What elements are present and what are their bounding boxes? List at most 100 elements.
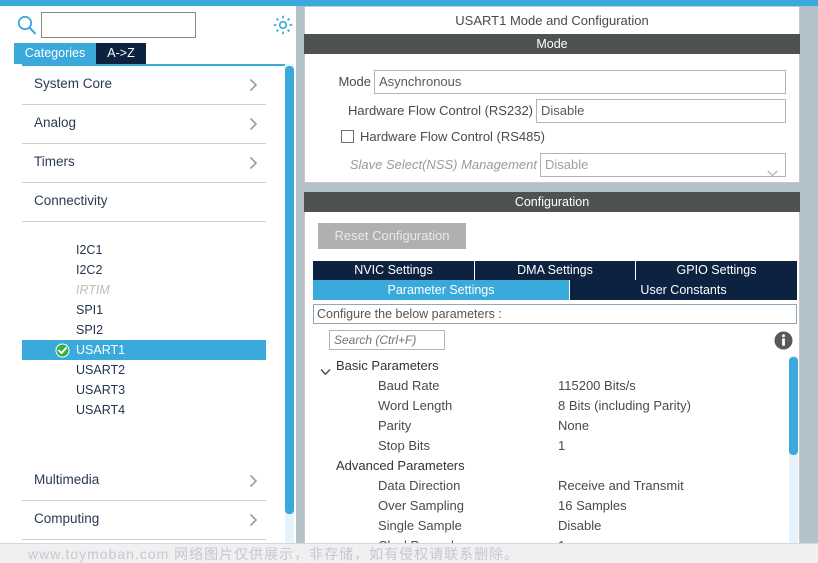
component-sidebar: Categories A->Z System Core Analog Timer… bbox=[0, 6, 296, 549]
check-circle-icon bbox=[55, 343, 70, 358]
sidebar-item-label: System Core bbox=[34, 76, 113, 91]
sidebar-item-label: Timers bbox=[34, 154, 75, 169]
chevron-right-icon bbox=[249, 156, 258, 170]
sidebar-scrollbar-thumb[interactable] bbox=[285, 66, 294, 514]
nss-management-row: Slave Select(NSS) Management Disable bbox=[305, 153, 801, 177]
list-item-i2c2[interactable]: I2C2 bbox=[22, 260, 290, 280]
gear-icon[interactable] bbox=[272, 14, 294, 36]
list-item-usart2[interactable]: USART2 bbox=[22, 360, 290, 380]
tab-dma-settings[interactable]: DMA Settings bbox=[475, 261, 636, 280]
tab-gpio-settings[interactable]: GPIO Settings bbox=[636, 261, 797, 280]
sidebar-list: System Core Analog Timers Connectivity I… bbox=[22, 64, 290, 549]
flow-control-rs232-value[interactable]: Disable bbox=[536, 99, 786, 123]
flow-control-rs485-row[interactable]: Hardware Flow Control (RS485) bbox=[305, 126, 801, 148]
search-icon bbox=[16, 14, 38, 36]
param-row-parity[interactable]: Parity None bbox=[313, 416, 783, 436]
list-item-usart1[interactable]: USART1 bbox=[22, 340, 266, 360]
param-value: None bbox=[558, 418, 590, 433]
mode-section-body: Mode Asynchronous Hardware Flow Control … bbox=[304, 54, 800, 183]
param-label: Parity bbox=[378, 418, 412, 433]
tab-nvic-settings[interactable]: NVIC Settings bbox=[313, 261, 475, 280]
configuration-section-body: Reset Configuration NVIC Settings DMA Se… bbox=[304, 212, 800, 553]
chevron-right-icon bbox=[249, 474, 258, 488]
flow-control-rs232-row: Hardware Flow Control (RS232) Disable bbox=[305, 99, 801, 123]
tree-group-label: Advanced Parameters bbox=[336, 458, 465, 473]
parameter-search-input[interactable] bbox=[329, 330, 445, 350]
reset-configuration-button[interactable]: Reset Configuration bbox=[318, 223, 466, 249]
sidebar-search-input[interactable] bbox=[41, 12, 196, 38]
sidebar-item-multimedia[interactable]: Multimedia bbox=[22, 462, 266, 501]
sidebar-item-connectivity[interactable]: Connectivity bbox=[22, 183, 266, 222]
nss-management-label: Slave Select(NSS) Management bbox=[349, 157, 537, 172]
watermark-text: www.toymoban.com 网络图片仅供展示，非存储，如有侵权请联系删除。 bbox=[28, 546, 520, 562]
sidebar-item-label: Connectivity bbox=[34, 193, 108, 208]
tree-group-advanced-parameters[interactable]: Advanced Parameters bbox=[313, 456, 783, 476]
chevron-down-icon[interactable] bbox=[320, 362, 331, 376]
config-tabs-row-1: NVIC Settings DMA Settings GPIO Settings bbox=[313, 261, 797, 280]
param-label: Single Sample bbox=[378, 518, 462, 533]
param-label: Data Direction bbox=[378, 478, 461, 493]
sidebar-tabs: Categories A->Z bbox=[0, 43, 296, 64]
config-tabs-row-2: Parameter Settings User Constants bbox=[313, 280, 797, 300]
param-row-word-length[interactable]: Word Length 8 Bits (including Parity) bbox=[313, 396, 783, 416]
tab-parameter-settings[interactable]: Parameter Settings bbox=[313, 280, 570, 300]
sidebar-item-computing[interactable]: Computing bbox=[22, 501, 266, 540]
chevron-right-icon bbox=[249, 78, 258, 92]
param-value: 115200 Bits/s bbox=[558, 378, 636, 393]
param-row-stop-bits[interactable]: Stop Bits 1 bbox=[313, 436, 783, 456]
param-row-single-sample[interactable]: Single Sample Disable bbox=[313, 516, 783, 536]
mode-field-value[interactable]: Asynchronous bbox=[374, 70, 786, 94]
list-item-label: USART1 bbox=[76, 343, 126, 357]
list-item-usart4[interactable]: USART4 bbox=[22, 400, 290, 420]
chevron-down-icon bbox=[767, 162, 778, 177]
param-value: Receive and Transmit bbox=[558, 478, 684, 493]
configuration-section-header: Configuration bbox=[304, 192, 800, 212]
param-row-over-sampling[interactable]: Over Sampling 16 Samples bbox=[313, 496, 783, 516]
list-item-spi1[interactable]: SPI1 bbox=[22, 300, 290, 320]
list-item-i2c1[interactable]: I2C1 bbox=[22, 240, 290, 260]
sidebar-search-row bbox=[0, 6, 296, 44]
nss-management-select: Disable bbox=[540, 153, 786, 177]
checkbox-rs485[interactable] bbox=[341, 130, 354, 143]
mode-field-label: Mode bbox=[338, 74, 371, 89]
list-item-usart3[interactable]: USART3 bbox=[22, 380, 290, 400]
sidebar-item-analog[interactable]: Analog bbox=[22, 105, 266, 144]
tab-user-constants[interactable]: User Constants bbox=[570, 280, 797, 300]
list-item-irtim: IRTIM bbox=[76, 283, 110, 297]
param-value: 1 bbox=[558, 438, 566, 453]
sidebar-item-label: Analog bbox=[34, 115, 77, 130]
flow-control-rs485-label: Hardware Flow Control (RS485) bbox=[360, 129, 545, 144]
tree-group-basic-parameters[interactable]: Basic Parameters bbox=[313, 356, 783, 376]
tree-group-label: Basic Parameters bbox=[336, 358, 439, 373]
sidebar-item-label: Computing bbox=[34, 511, 100, 526]
config-panel: USART1 Mode and Configuration Mode Mode … bbox=[304, 6, 800, 553]
nss-management-value: Disable bbox=[545, 157, 589, 172]
flow-control-rs232-label: Hardware Flow Control (RS232) bbox=[348, 103, 533, 118]
param-label: Baud Rate bbox=[378, 378, 440, 393]
parameter-scrollbar-thumb[interactable] bbox=[789, 357, 798, 455]
list-item-spi2[interactable]: SPI2 bbox=[22, 320, 290, 340]
sidebar-item-label: Multimedia bbox=[34, 472, 100, 487]
tab-categories[interactable]: Categories bbox=[14, 43, 96, 64]
chevron-right-icon bbox=[249, 513, 258, 527]
param-value: 8 Bits (including Parity) bbox=[558, 398, 691, 413]
watermark-bar: www.toymoban.com 网络图片仅供展示，非存储，如有侵权请联系删除。 bbox=[0, 543, 818, 563]
param-label: Word Length bbox=[378, 398, 453, 413]
panel-divider bbox=[296, 6, 304, 549]
app-window: Categories A->Z System Core Analog Timer… bbox=[0, 0, 818, 563]
right-panel-edge bbox=[800, 6, 818, 549]
mode-field-row: Mode Asynchronous bbox=[305, 70, 801, 94]
sidebar-item-system-core[interactable]: System Core bbox=[22, 66, 266, 105]
sidebar-item-timers[interactable]: Timers bbox=[22, 144, 266, 183]
param-row-data-direction[interactable]: Data Direction Receive and Transmit bbox=[313, 476, 783, 496]
mode-section-header: Mode bbox=[304, 34, 800, 54]
param-value: Disable bbox=[558, 518, 602, 533]
chevron-right-icon bbox=[249, 117, 258, 131]
tab-a-to-z[interactable]: A->Z bbox=[96, 43, 146, 64]
param-value: 16 Samples bbox=[558, 498, 627, 513]
parameter-tree: Basic Parameters Baud Rate 115200 Bits/s… bbox=[313, 356, 783, 556]
info-icon[interactable] bbox=[774, 331, 793, 350]
param-row-baud-rate[interactable]: Baud Rate 115200 Bits/s bbox=[313, 376, 783, 396]
configure-parameters-note: Configure the below parameters : bbox=[313, 304, 797, 324]
param-label: Over Sampling bbox=[378, 498, 464, 513]
